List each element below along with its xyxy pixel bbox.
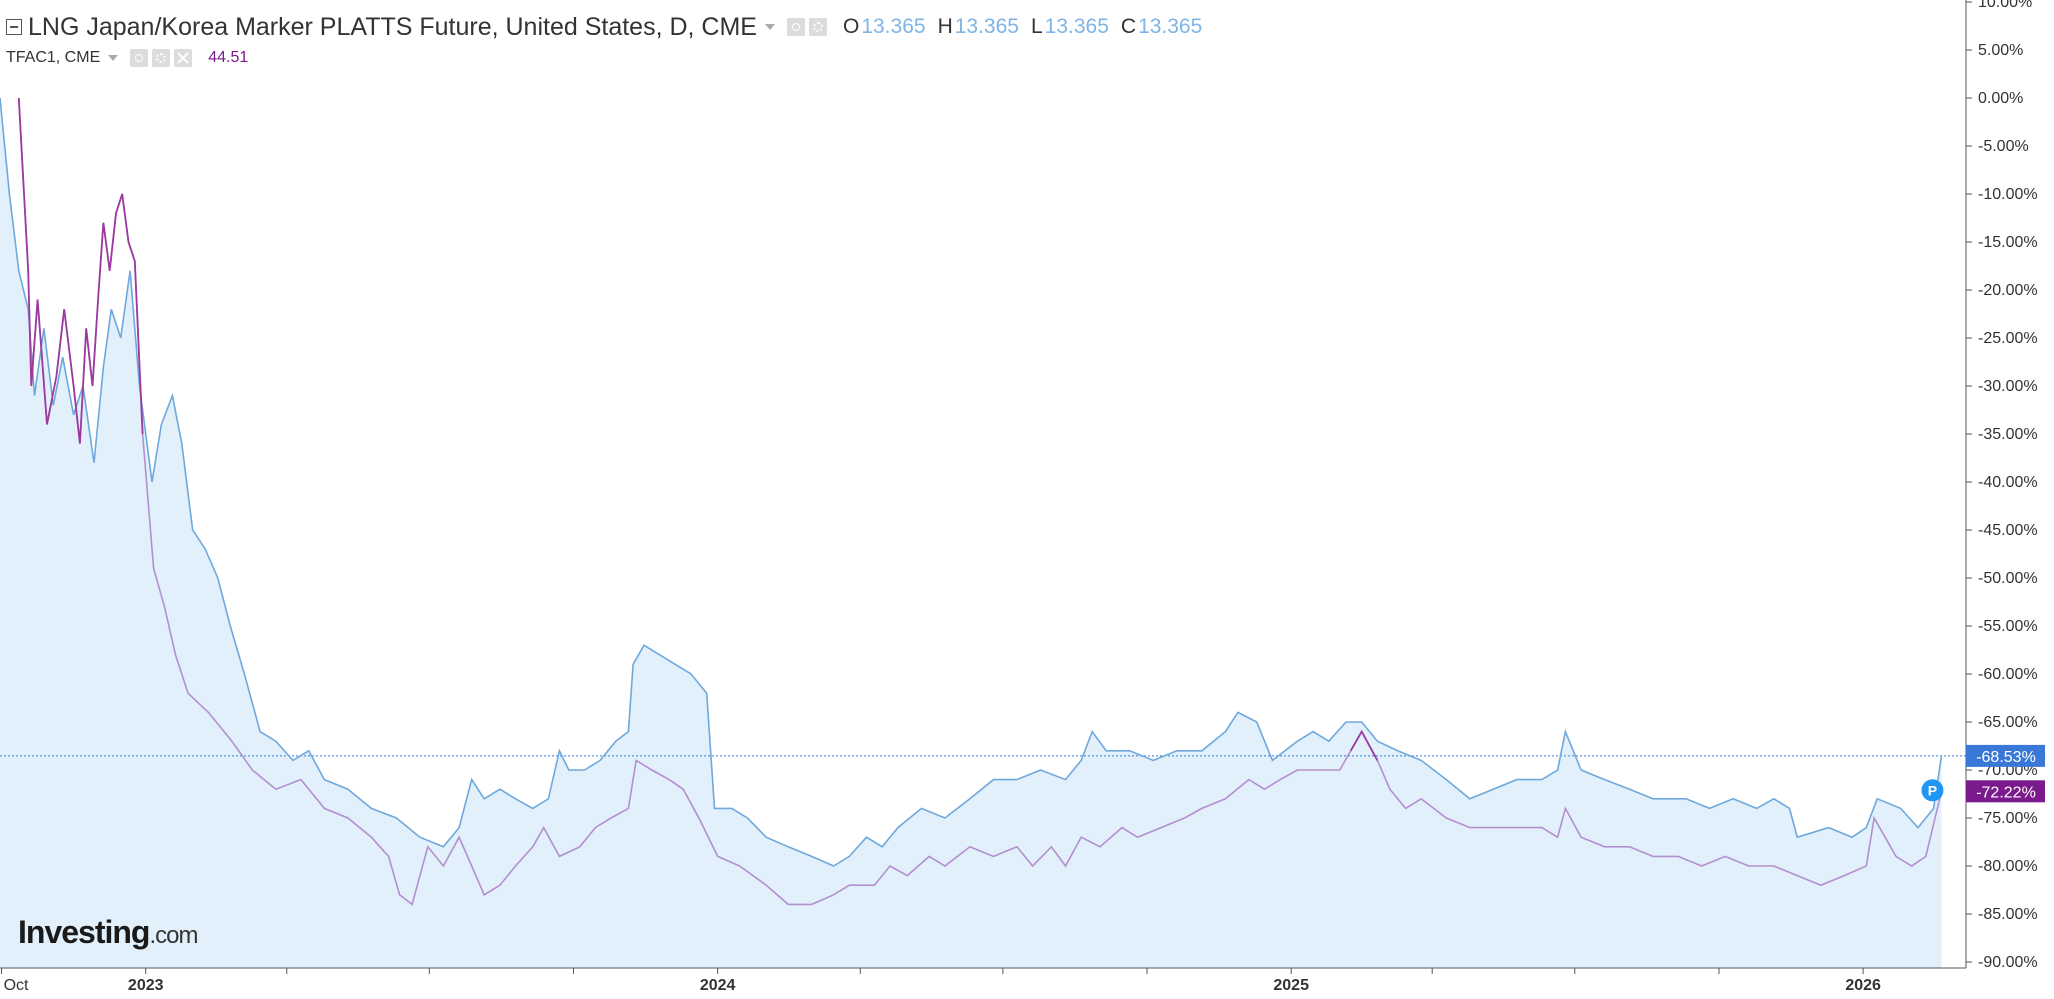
logo-brand-text: Investing [18, 914, 150, 950]
logo-suffix-text: .com [149, 922, 198, 949]
compare-series-symbol[interactable]: TFAC1, CME [6, 49, 100, 67]
gear-icon[interactable] [152, 49, 171, 67]
y-tick-label: -15.00% [1978, 234, 2038, 251]
low-label: L [1030, 15, 1043, 38]
gear-icon[interactable] [808, 18, 827, 36]
investing-logo: Investing.com [18, 914, 198, 951]
close-value: 13.365 [1138, 15, 1203, 38]
p-marker-letter[interactable]: P [1928, 782, 1937, 798]
y-tick-label: -50.00% [1978, 570, 2038, 587]
y-tick-label: -45.00% [1978, 522, 2038, 539]
y-tick-label: -10.00% [1978, 186, 2038, 203]
y-tick-label: 0.00% [1978, 90, 2023, 107]
x-tick-label: 2024 [700, 977, 736, 994]
compare-series-legend: TFAC1, CME 44.51 [6, 46, 248, 70]
high-value: 13.365 [954, 15, 1019, 38]
y-tick-label: -5.00% [1978, 138, 2029, 155]
y-tick-label: -25.00% [1978, 330, 2038, 347]
y-tick-label: -20.00% [1978, 282, 2038, 299]
x-tick-label: 2023 [128, 977, 164, 994]
chevron-down-icon[interactable] [108, 55, 119, 61]
close-label: C [1120, 15, 1137, 38]
x-tick-label: 2025 [1273, 977, 1309, 994]
tfac1-last-value-text: -72.22% [1976, 784, 2036, 801]
lng-last-value-text: -68.53% [1976, 749, 2036, 766]
y-tick-label: -30.00% [1978, 378, 2038, 395]
lng-series-area [0, 98, 1942, 968]
plot-area [0, 97, 1966, 968]
visibility-icon[interactable] [786, 18, 805, 36]
lng-series-line [0, 97, 1943, 867]
visibility-icon[interactable] [130, 49, 149, 67]
y-axis[interactable]: 10.00% 5.00% 0.00% -5.00% -10.00% -15.00% -20.… [1965, 0, 2038, 971]
open-label: O [842, 15, 860, 38]
low-value: 13.365 [1044, 15, 1109, 38]
y-tick-label: -85.00% [1978, 906, 2038, 923]
y-tick-label: 10.00% [1978, 0, 2032, 11]
y-tick-label: -40.00% [1978, 474, 2038, 491]
y-tick-label: -55.00% [1978, 618, 2038, 635]
p-marker-badge[interactable]: P [1921, 779, 1944, 802]
x-axis[interactable]: Oct 2023 2024 2025 2026 [0, 967, 1966, 994]
x-tick-label: 2026 [1845, 977, 1881, 994]
main-series-title[interactable]: LNG Japan/Korea Marker PLATTS Future, Un… [28, 13, 757, 42]
price-chart[interactable]: 10.00% 5.00% 0.00% -5.00% -10.00% -15.00% -20.… [0, 0, 2054, 999]
main-series-legend: LNG Japan/Korea Marker PLATTS Future, Un… [6, 10, 1202, 44]
tfac1-last-value-label: -72.22% [1966, 780, 2045, 803]
chevron-down-icon[interactable] [764, 24, 775, 30]
collapse-legend-icon[interactable] [6, 19, 22, 35]
close-icon[interactable] [174, 49, 193, 67]
open-value: 13.365 [861, 15, 926, 38]
y-tick-label: -35.00% [1978, 426, 2038, 443]
y-tick-label: 5.00% [1978, 42, 2023, 59]
y-tick-label: -80.00% [1978, 858, 2038, 875]
y-tick-label: -60.00% [1978, 666, 2038, 683]
x-tick-label: Oct [4, 977, 29, 994]
y-tick-label: -65.00% [1978, 714, 2038, 731]
compare-series-value: 44.51 [208, 49, 249, 66]
y-tick-label: -75.00% [1978, 810, 2038, 827]
lng-last-value-label: -68.53% [1966, 744, 2045, 767]
high-label: H [937, 15, 953, 38]
y-tick-label: -90.00% [1978, 954, 2038, 971]
